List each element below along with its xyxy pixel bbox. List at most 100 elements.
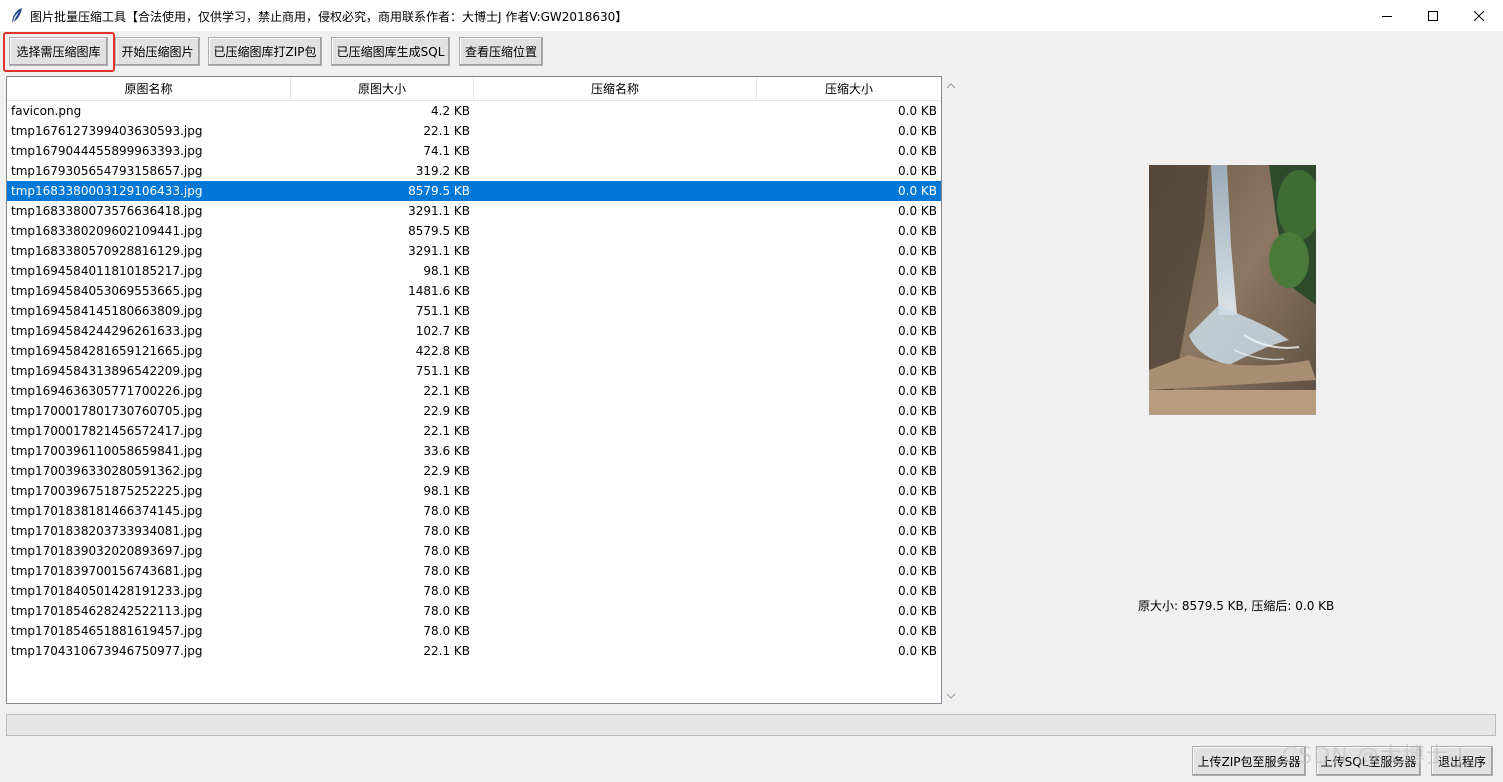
table-row[interactable]: favicon.png 4.2 KB 0.0 KB xyxy=(7,101,941,121)
cell-compressed-name xyxy=(475,201,755,221)
cell-compressed-size: 0.0 KB xyxy=(898,304,937,318)
table-row[interactable]: tmp1694636305771700226.jpg 22.1 KB 0.0 KB xyxy=(7,381,941,401)
column-header-original-name[interactable]: 原图名称 xyxy=(7,77,291,101)
cell-compressed-name xyxy=(475,121,755,141)
table-row[interactable]: tmp1694584313896542209.jpg 751.1 KB 0.0 KB xyxy=(7,361,941,381)
cell-original-size: 74.1 KB xyxy=(423,144,470,158)
cell-compressed-name xyxy=(475,461,755,481)
view-location-button[interactable]: 查看压缩位置 xyxy=(459,37,543,66)
cell-original-name: tmp1683380073576636418.jpg xyxy=(11,204,203,218)
table-row[interactable]: tmp1701854651881619457.jpg 78.0 KB 0.0 KB xyxy=(7,621,941,641)
cell-original-name: tmp1701839032020893697.jpg xyxy=(11,544,203,558)
cell-original-name: tmp1683380003129106433.jpg xyxy=(11,184,203,198)
table-row[interactable]: tmp1694584244296261633.jpg 102.7 KB 0.0 KB xyxy=(7,321,941,341)
cell-original-name: tmp1683380570928816129.jpg xyxy=(11,244,203,258)
table-row[interactable]: tmp1701854628242522113.jpg 78.0 KB 0.0 KB xyxy=(7,601,941,621)
cell-compressed-size: 0.0 KB xyxy=(898,504,937,518)
table-row[interactable]: tmp1694584011810185217.jpg 98.1 KB 0.0 KB xyxy=(7,261,941,281)
cell-original-name: tmp1694584053069553665.jpg xyxy=(11,284,203,298)
cell-original-size: 751.1 KB xyxy=(415,364,470,378)
maximize-icon xyxy=(1428,10,1438,21)
cell-original-size: 3291.1 KB xyxy=(408,204,470,218)
table-row[interactable]: tmp1700017821456572417.jpg 22.1 KB 0.0 KB xyxy=(7,421,941,441)
table-row[interactable]: tmp1701839032020893697.jpg 78.0 KB 0.0 KB xyxy=(7,541,941,561)
cell-compressed-size: 0.0 KB xyxy=(898,404,937,418)
cell-compressed-size: 0.0 KB xyxy=(898,644,937,658)
table-row[interactable]: tmp1683380209602109441.jpg 8579.5 KB 0.0 K… xyxy=(7,221,941,241)
cell-compressed-name xyxy=(475,321,755,341)
cell-compressed-name xyxy=(475,501,755,521)
cell-compressed-size: 0.0 KB xyxy=(898,144,937,158)
cell-compressed-name xyxy=(475,401,755,421)
zip-compressed-button[interactable]: 已压缩图库打ZIP包 xyxy=(208,37,322,66)
table-row[interactable]: tmp1701838181466374145.jpg 78.0 KB 0.0 KB xyxy=(7,501,941,521)
table-row[interactable]: tmp1701838203733934081.jpg 78.0 KB 0.0 KB xyxy=(7,521,941,541)
cell-compressed-name xyxy=(475,521,755,541)
table-row[interactable]: tmp1679044455899963393.jpg 74.1 KB 0.0 KB xyxy=(7,141,941,161)
cell-original-name: tmp1700017821456572417.jpg xyxy=(11,424,203,438)
column-header-original-size[interactable]: 原图大小 xyxy=(291,77,474,101)
table-row[interactable]: tmp1683380003129106433.jpg 8579.5 KB 0.0 K… xyxy=(7,181,941,201)
cell-compressed-size: 0.0 KB xyxy=(898,424,937,438)
cell-original-name: tmp1704310673946750977.jpg xyxy=(11,644,203,658)
cell-original-name: tmp1679305654793158657.jpg xyxy=(11,164,203,178)
table-row[interactable]: tmp1701839700156743681.jpg 78.0 KB 0.0 KB xyxy=(7,561,941,581)
cell-original-size: 78.0 KB xyxy=(423,544,470,558)
cell-compressed-size: 0.0 KB xyxy=(898,364,937,378)
cell-compressed-size: 0.0 KB xyxy=(898,224,937,238)
table-row[interactable]: tmp1683380073576636418.jpg 3291.1 KB 0.0 K… xyxy=(7,201,941,221)
scroll-up-icon[interactable] xyxy=(946,80,956,90)
table-row[interactable]: tmp1704310673946750977.jpg 22.1 KB 0.0 KB xyxy=(7,641,941,661)
maximize-button[interactable] xyxy=(1410,0,1456,31)
cell-original-size: 3291.1 KB xyxy=(408,244,470,258)
table-row[interactable]: tmp1694584281659121665.jpg 422.8 KB 0.0 KB xyxy=(7,341,941,361)
cell-original-name: tmp1683380209602109441.jpg xyxy=(11,224,203,238)
cell-compressed-size: 0.0 KB xyxy=(898,204,937,218)
column-header-compressed-name[interactable]: 压缩名称 xyxy=(474,77,757,101)
cell-compressed-size: 0.0 KB xyxy=(898,104,937,118)
generate-sql-button[interactable]: 已压缩图库生成SQL xyxy=(331,37,450,66)
column-header-compressed-size[interactable]: 压缩大小 xyxy=(757,77,941,101)
close-button[interactable] xyxy=(1456,0,1502,31)
minimize-button[interactable] xyxy=(1364,0,1410,31)
preview-image xyxy=(1149,165,1316,415)
start-compress-button[interactable]: 开始压缩图片 xyxy=(115,37,200,66)
table-row[interactable]: tmp1694584145180663809.jpg 751.1 KB 0.0 KB xyxy=(7,301,941,321)
cell-original-size: 22.1 KB xyxy=(423,644,470,658)
cell-compressed-size: 0.0 KB xyxy=(898,444,937,458)
table-row[interactable]: tmp1683380570928816129.jpg 3291.1 KB 0.0 K… xyxy=(7,241,941,261)
table-row[interactable]: tmp1700017801730760705.jpg 22.9 KB 0.0 KB xyxy=(7,401,941,421)
cell-compressed-size: 0.0 KB xyxy=(898,344,937,358)
cell-compressed-size: 0.0 KB xyxy=(898,604,937,618)
cell-compressed-name xyxy=(475,541,755,561)
cell-original-size: 22.1 KB xyxy=(423,424,470,438)
cell-compressed-name xyxy=(475,101,755,121)
cell-original-size: 422.8 KB xyxy=(415,344,470,358)
minimize-icon xyxy=(1382,11,1392,21)
table-row[interactable]: tmp1676127399403630593.jpg 22.1 KB 0.0 KB xyxy=(7,121,941,141)
table-header: 原图名称 原图大小 压缩名称 压缩大小 xyxy=(7,77,941,101)
cell-compressed-name xyxy=(475,241,755,261)
cell-compressed-name xyxy=(475,581,755,601)
table-row[interactable]: tmp1700396751875252225.jpg 98.1 KB 0.0 KB xyxy=(7,481,941,501)
cell-original-name: tmp1701840501428191233.jpg xyxy=(11,584,203,598)
table-row[interactable]: tmp1701840501428191233.jpg 78.0 KB 0.0 KB xyxy=(7,581,941,601)
cell-original-name: tmp1676127399403630593.jpg xyxy=(11,124,203,138)
table-row[interactable]: tmp1694584053069553665.jpg 1481.6 KB 0.0 K… xyxy=(7,281,941,301)
cell-compressed-size: 0.0 KB xyxy=(898,124,937,138)
cell-compressed-name xyxy=(475,381,755,401)
table-row[interactable]: tmp1679305654793158657.jpg 319.2 KB 0.0 KB xyxy=(7,161,941,181)
cell-compressed-name xyxy=(475,141,755,161)
cell-compressed-name xyxy=(475,641,755,661)
cell-original-size: 78.0 KB xyxy=(423,524,470,538)
cell-compressed-size: 0.0 KB xyxy=(898,624,937,638)
cell-compressed-name xyxy=(475,601,755,621)
table-row[interactable]: tmp1700396330280591362.jpg 22.9 KB 0.0 KB xyxy=(7,461,941,481)
file-table[interactable]: 原图名称 原图大小 压缩名称 压缩大小 favicon.png 4.2 KB 0.0… xyxy=(6,76,942,704)
cell-compressed-size: 0.0 KB xyxy=(898,264,937,278)
scroll-down-icon[interactable] xyxy=(946,690,956,700)
table-row[interactable]: tmp1700396110058659841.jpg 33.6 KB 0.0 KB xyxy=(7,441,941,461)
cell-original-size: 1481.6 KB xyxy=(408,284,470,298)
vertical-scrollbar[interactable] xyxy=(942,76,960,704)
select-library-button[interactable]: 选择需压缩图库 xyxy=(9,37,108,66)
